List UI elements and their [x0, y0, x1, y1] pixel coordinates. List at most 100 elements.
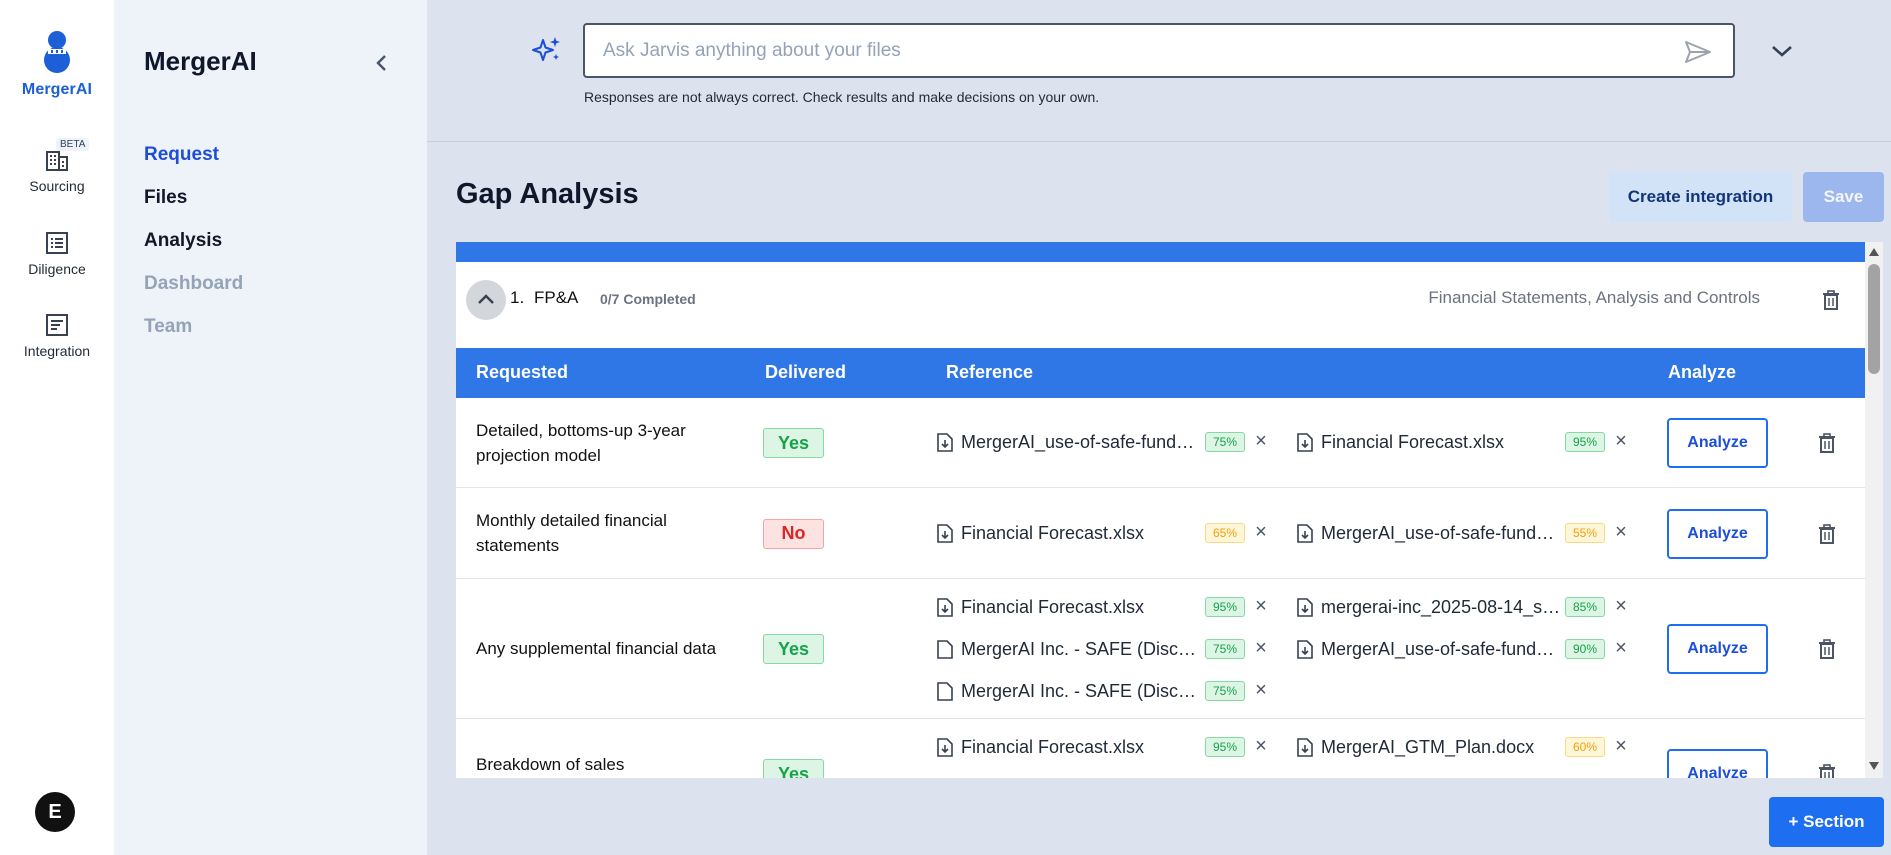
add-section-button[interactable]: + Section	[1769, 797, 1884, 847]
nav-item-analysis[interactable]: Analysis	[144, 230, 222, 252]
reference-file[interactable]: MergerAI_use-of-safe-funds_v2.xlsx55% ×	[1297, 521, 1657, 545]
create-integration-button[interactable]: Create integration	[1609, 172, 1792, 222]
chevron-down-icon[interactable]	[1767, 36, 1797, 66]
user-avatar[interactable]: E	[35, 792, 75, 832]
remove-reference-icon[interactable]: ×	[1251, 636, 1271, 660]
trash-icon[interactable]	[1818, 523, 1836, 544]
header-reference: Reference	[946, 362, 1034, 382]
reference-file[interactable]: Financial Forecast.xlsx 95% ×	[1297, 430, 1657, 454]
download-file-icon	[937, 433, 953, 452]
reference-file-name[interactable]: Financial Forecast.xlsx	[961, 737, 1201, 758]
rail-label-integration: Integration	[23, 343, 91, 359]
reference-file-name[interactable]: MergerAI_use-of-safe-funds_v2.xlsx	[1321, 639, 1561, 660]
reference-file-name[interactable]: MergerAI Inc. - SAFE (Discount) 2.pdf	[961, 681, 1201, 702]
reference-file[interactable]: Financial Forecast.xlsx 95% ×	[937, 735, 1297, 759]
trash-icon[interactable]	[1818, 639, 1836, 659]
nav-title: MergerAI	[144, 46, 257, 76]
reference-file-name[interactable]: MergerAI_GTM_Plan.docx	[1321, 737, 1561, 758]
reference-file-name[interactable]: MergerAI Inc. - SAFE (Discount).pdf	[961, 639, 1201, 660]
table-header: Requested Delivered Reference Analyze	[456, 348, 1865, 398]
file-icon	[937, 640, 953, 659]
analyze-button[interactable]: Analyze	[1667, 508, 1768, 559]
analyze-button[interactable]: Analyze	[1667, 749, 1768, 778]
scroll-down-arrow-icon[interactable]	[1869, 762, 1879, 770]
reference-file[interactable]: mergerai-inc_2025-08-14_summary.pdf85% ×	[1297, 595, 1657, 619]
reference-file[interactable]: MergerAI_GTM_Plan.docx 60% ×	[1297, 735, 1657, 759]
reference-file[interactable]: Financial Forecast.xlsx 65% ×	[937, 521, 1297, 545]
reference-file[interactable]: MergerAI Inc. - SAFE (Discount) 2.pdf75%…	[937, 679, 1297, 703]
match-percent-badge: 60%	[1565, 737, 1605, 757]
match-percent-badge: 85%	[1565, 597, 1605, 617]
remove-reference-icon[interactable]: ×	[1251, 776, 1271, 778]
delivered-badge[interactable]: Yes	[763, 634, 824, 664]
reference-file[interactable]: Financial Forecast.xlsx 95% ×	[937, 595, 1297, 619]
download-file-icon	[1297, 598, 1313, 617]
header-delivered: Delivered	[765, 362, 847, 382]
mergerai-logo-icon	[44, 31, 70, 73]
delivered-badge[interactable]: Yes	[763, 428, 824, 458]
card-scrollbar[interactable]	[1865, 242, 1883, 778]
scroll-thumb[interactable]	[1868, 264, 1880, 374]
rail-label-diligence: Diligence	[28, 261, 86, 277]
section-trash-icon[interactable]	[1822, 290, 1840, 310]
ask-box	[583, 23, 1735, 78]
section-number: 1.	[510, 288, 525, 307]
beta-badge: BETA	[56, 138, 90, 151]
trash-icon[interactable]	[1818, 433, 1836, 453]
reference-file-name[interactable]: mergerai-inc_2025-08-14_summary.pdf	[1321, 597, 1561, 618]
download-file-icon	[1297, 524, 1313, 543]
nav-item-request[interactable]: Request	[144, 144, 219, 166]
app-logo[interactable]: MergerAI	[0, 30, 114, 99]
download-file-icon	[937, 598, 953, 617]
send-icon[interactable]	[1683, 38, 1713, 66]
remove-reference-icon[interactable]: ×	[1611, 734, 1631, 758]
download-file-icon	[1297, 640, 1313, 659]
remove-reference-icon[interactable]: ×	[1611, 594, 1631, 618]
ask-input[interactable]	[603, 37, 1653, 65]
reference-file[interactable]: MergerAI Inc. - SAFE (Discount).pdf75% ×	[937, 637, 1297, 661]
chevron-left-icon[interactable]	[369, 50, 395, 76]
section-collapse-toggle[interactable]	[466, 280, 506, 320]
reference-file[interactable]: MergerAI_use-of-safe-funds_v2.xlsx90% ×	[1297, 637, 1657, 661]
header-requested: Requested	[476, 362, 569, 382]
reference-file-name[interactable]: Financial Forecast.xlsx	[961, 597, 1201, 618]
remove-reference-icon[interactable]: ×	[1251, 734, 1271, 758]
nav-item-files[interactable]: Files	[144, 187, 187, 209]
remove-reference-icon[interactable]: ×	[1611, 429, 1631, 453]
table-body: Detailed, bottoms-up 3-year projection m…	[456, 398, 1865, 778]
requested-text: Monthly detailed financial statements	[476, 511, 667, 555]
reference-file-name[interactable]: MergerAI_use-of-safe-funds_v2.xlsx	[961, 432, 1201, 453]
nav-item-dashboard[interactable]: Dashboard	[144, 273, 243, 295]
remove-reference-icon[interactable]: ×	[1611, 636, 1631, 660]
remove-reference-icon[interactable]: ×	[1251, 678, 1271, 702]
remove-reference-icon[interactable]: ×	[1251, 429, 1271, 453]
trash-icon[interactable]	[1818, 764, 1836, 778]
reference-file[interactable]: MergerAI_use-of-safe-funds_v2.xlsx65%×	[937, 777, 1297, 778]
save-button[interactable]: Save	[1803, 172, 1884, 222]
chevron-up-icon	[478, 294, 494, 304]
download-file-icon	[1297, 433, 1313, 452]
remove-reference-icon[interactable]: ×	[1611, 520, 1631, 544]
remove-reference-icon[interactable]: ×	[1251, 594, 1271, 618]
rail-item-integration[interactable]: Integration	[0, 311, 114, 359]
analyze-button[interactable]: Analyze	[1667, 418, 1768, 468]
logo-text: MergerAI	[21, 81, 93, 98]
scroll-up-arrow-icon[interactable]	[1869, 248, 1879, 256]
match-percent-badge: 95%	[1205, 737, 1245, 757]
download-file-icon	[937, 738, 953, 757]
table-row: Monthly detailed financial statements No F…	[456, 488, 1865, 579]
header-analyze: Analyze	[1668, 362, 1737, 382]
match-percent-badge: 75%	[1205, 681, 1245, 701]
reference-file[interactable]: MergerAI_use-of-safe-funds_v2.xlsx75% ×	[937, 430, 1297, 454]
nav-item-team[interactable]: Team	[144, 316, 192, 338]
analyze-button[interactable]: Analyze	[1667, 624, 1768, 674]
icon-rail: MergerAI BETA Sourcing Diligence Integra…	[0, 0, 114, 855]
rail-item-sourcing[interactable]: BETA Sourcing	[0, 138, 114, 194]
delivered-badge[interactable]: No	[763, 518, 824, 549]
reference-file-name[interactable]: MergerAI_use-of-safe-funds_v2.xlsx	[1321, 523, 1561, 544]
delivered-badge[interactable]: Yes	[763, 759, 824, 778]
rail-item-diligence[interactable]: Diligence	[0, 229, 114, 277]
reference-file-name[interactable]: Financial Forecast.xlsx	[961, 523, 1201, 544]
remove-reference-icon[interactable]: ×	[1251, 520, 1271, 544]
reference-file-name[interactable]: Financial Forecast.xlsx	[1321, 432, 1561, 453]
